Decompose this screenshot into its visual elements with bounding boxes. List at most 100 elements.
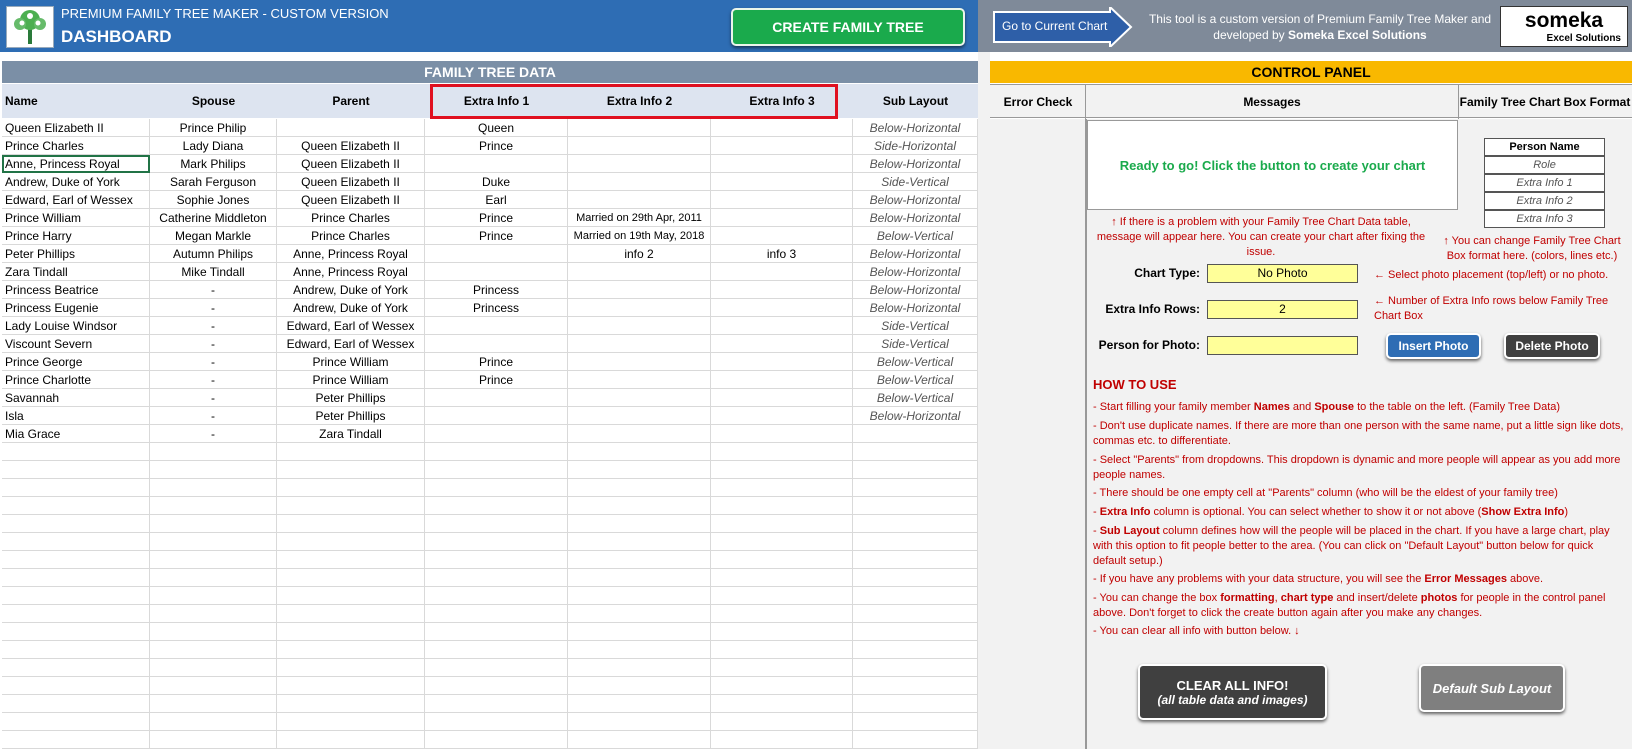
cell-sub-layout[interactable]: Side-Vertical bbox=[853, 173, 978, 191]
cell-extra-3[interactable] bbox=[711, 281, 853, 299]
cell-parent[interactable] bbox=[277, 515, 425, 533]
cell-extra-2[interactable] bbox=[568, 515, 711, 533]
cell-extra-3[interactable] bbox=[711, 569, 853, 587]
cell-extra-1[interactable]: Prince bbox=[425, 353, 568, 371]
cell-parent[interactable]: Queen Elizabeth II bbox=[277, 137, 425, 155]
cell-sub-layout[interactable]: Below-Horizontal bbox=[853, 263, 978, 281]
format-extra-3[interactable]: Extra Info 3 bbox=[1484, 210, 1605, 228]
cell-extra-1[interactable] bbox=[425, 155, 568, 173]
cell-spouse[interactable] bbox=[150, 515, 277, 533]
cell-spouse[interactable]: - bbox=[150, 371, 277, 389]
format-extra-1[interactable]: Extra Info 1 bbox=[1484, 174, 1605, 192]
cell-parent[interactable] bbox=[277, 533, 425, 551]
cell-extra-2[interactable] bbox=[568, 173, 711, 191]
cell-extra-2[interactable] bbox=[568, 551, 711, 569]
cell-extra-2[interactable] bbox=[568, 497, 711, 515]
cell-extra-3[interactable] bbox=[711, 425, 853, 443]
cell-extra-2[interactable] bbox=[568, 443, 711, 461]
cell-parent[interactable]: Edward, Earl of Wessex bbox=[277, 335, 425, 353]
cell-sub-layout[interactable]: Below-Horizontal bbox=[853, 191, 978, 209]
cell-extra-2[interactable] bbox=[568, 281, 711, 299]
cell-sub-layout[interactable] bbox=[853, 425, 978, 443]
cell-sub-layout[interactable] bbox=[853, 623, 978, 641]
cell-sub-layout[interactable]: Below-Horizontal bbox=[853, 155, 978, 173]
cell-extra-3[interactable] bbox=[711, 209, 853, 227]
cell-extra-3[interactable] bbox=[711, 371, 853, 389]
cell-extra-3[interactable] bbox=[711, 677, 853, 695]
cell-parent[interactable]: Queen Elizabeth II bbox=[277, 173, 425, 191]
cell-extra-3[interactable] bbox=[711, 641, 853, 659]
cell-name[interactable] bbox=[2, 695, 150, 713]
cell-sub-layout[interactable]: Below-Vertical bbox=[853, 389, 978, 407]
cell-extra-2[interactable] bbox=[568, 353, 711, 371]
cell-sub-layout[interactable]: Below-Vertical bbox=[853, 353, 978, 371]
cell-spouse[interactable] bbox=[150, 677, 277, 695]
cell-extra-1[interactable]: Prince bbox=[425, 137, 568, 155]
cell-name[interactable] bbox=[2, 443, 150, 461]
cell-extra-1[interactable] bbox=[425, 461, 568, 479]
cell-extra-1[interactable]: Prince bbox=[425, 209, 568, 227]
cell-extra-1[interactable] bbox=[425, 245, 568, 263]
cell-sub-layout[interactable] bbox=[853, 515, 978, 533]
cell-name[interactable] bbox=[2, 659, 150, 677]
cell-extra-3[interactable] bbox=[711, 407, 853, 425]
cell-extra-3[interactable] bbox=[711, 461, 853, 479]
cell-name[interactable] bbox=[2, 497, 150, 515]
cell-spouse[interactable]: Mark Philips bbox=[150, 155, 277, 173]
cell-extra-2[interactable]: Married on 29th Apr, 2011 bbox=[568, 209, 711, 227]
cell-sub-layout[interactable] bbox=[853, 731, 978, 749]
cell-name[interactable] bbox=[2, 587, 150, 605]
cell-extra-1[interactable] bbox=[425, 479, 568, 497]
cell-name[interactable] bbox=[2, 731, 150, 749]
cell-spouse[interactable]: Sarah Ferguson bbox=[150, 173, 277, 191]
cell-parent[interactable]: Queen Elizabeth II bbox=[277, 191, 425, 209]
cell-name[interactable]: Prince Harry bbox=[2, 227, 150, 245]
cell-spouse[interactable]: - bbox=[150, 389, 277, 407]
cell-extra-2[interactable] bbox=[568, 191, 711, 209]
cell-sub-layout[interactable] bbox=[853, 605, 978, 623]
cell-extra-2[interactable] bbox=[568, 677, 711, 695]
cell-name[interactable]: Queen Elizabeth II bbox=[2, 119, 150, 137]
cell-extra-3[interactable] bbox=[711, 353, 853, 371]
cell-parent[interactable] bbox=[277, 731, 425, 749]
cell-sub-layout[interactable]: Side-Vertical bbox=[853, 317, 978, 335]
cell-name[interactable]: Prince William bbox=[2, 209, 150, 227]
cell-extra-2[interactable] bbox=[568, 119, 711, 137]
delete-photo-button[interactable]: Delete Photo bbox=[1504, 333, 1600, 359]
cell-name[interactable] bbox=[2, 533, 150, 551]
cell-extra-1[interactable]: Prince bbox=[425, 371, 568, 389]
cell-sub-layout[interactable] bbox=[853, 479, 978, 497]
cell-extra-3[interactable] bbox=[711, 137, 853, 155]
cell-extra-1[interactable] bbox=[425, 677, 568, 695]
cell-sub-layout[interactable] bbox=[853, 551, 978, 569]
cell-parent[interactable] bbox=[277, 587, 425, 605]
cell-extra-1[interactable] bbox=[425, 659, 568, 677]
cell-sub-layout[interactable] bbox=[853, 587, 978, 605]
cell-parent[interactable]: Anne, Princess Royal bbox=[277, 263, 425, 281]
cell-name[interactable]: Zara Tindall bbox=[2, 263, 150, 281]
cell-extra-3[interactable] bbox=[711, 443, 853, 461]
extra-rows-input[interactable]: 2 bbox=[1207, 300, 1358, 319]
cell-extra-3[interactable] bbox=[711, 731, 853, 749]
cell-parent[interactable] bbox=[277, 551, 425, 569]
photo-person-input[interactable] bbox=[1207, 336, 1358, 355]
cell-extra-3[interactable] bbox=[711, 263, 853, 281]
cell-extra-1[interactable] bbox=[425, 713, 568, 731]
cell-extra-1[interactable] bbox=[425, 389, 568, 407]
cell-extra-1[interactable]: Duke bbox=[425, 173, 568, 191]
cell-sub-layout[interactable] bbox=[853, 677, 978, 695]
cell-spouse[interactable] bbox=[150, 551, 277, 569]
cell-parent[interactable]: Prince Charles bbox=[277, 227, 425, 245]
cell-extra-1[interactable] bbox=[425, 551, 568, 569]
cell-extra-2[interactable]: Married on 19th May, 2018 bbox=[568, 227, 711, 245]
cell-extra-2[interactable] bbox=[568, 335, 711, 353]
cell-extra-3[interactable] bbox=[711, 659, 853, 677]
cell-extra-1[interactable]: Prince bbox=[425, 227, 568, 245]
cell-sub-layout[interactable]: Below-Horizontal bbox=[853, 119, 978, 137]
cell-parent[interactable] bbox=[277, 569, 425, 587]
cell-sub-layout[interactable]: Below-Horizontal bbox=[853, 209, 978, 227]
format-person-name[interactable]: Person Name bbox=[1484, 138, 1605, 156]
format-role[interactable]: Role bbox=[1484, 156, 1605, 174]
cell-extra-3[interactable] bbox=[711, 389, 853, 407]
cell-name[interactable]: Lady Louise Windsor bbox=[2, 317, 150, 335]
